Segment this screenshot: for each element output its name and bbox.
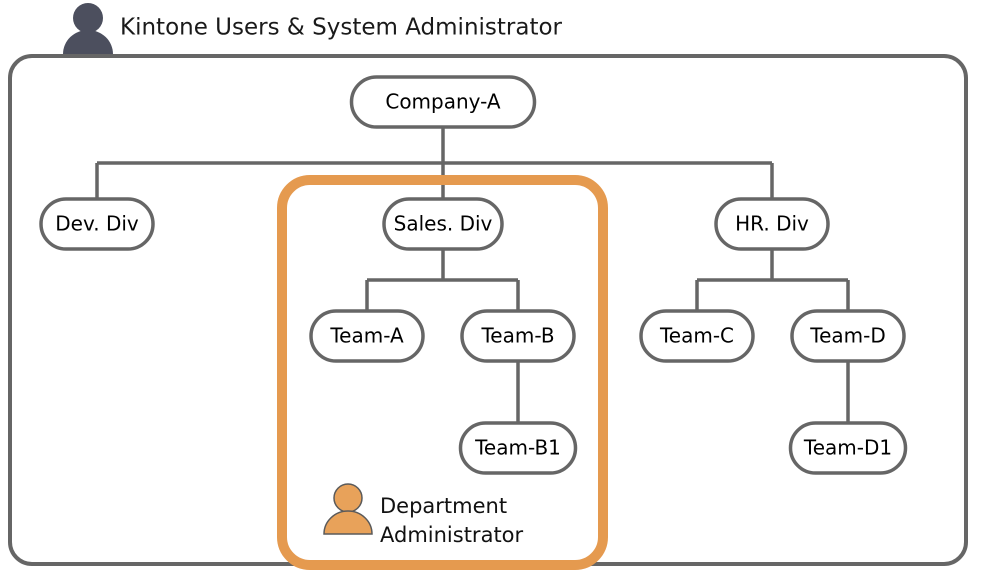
node-label: Team-C <box>659 324 734 348</box>
node-label: Sales. Div <box>394 212 493 236</box>
node-label: Company-A <box>385 90 501 114</box>
org-node-hr-div[interactable]: HR. Div <box>714 197 830 251</box>
org-node-team-a[interactable]: Team-A <box>309 309 425 363</box>
org-node-team-c[interactable]: Team-C <box>639 309 755 363</box>
org-node-team-d1[interactable]: Team-D1 <box>788 421 908 475</box>
node-label: Team-A <box>329 324 404 348</box>
org-chart-diagram: Company-A Dev. Div Sales. Div HR. Div Team-A… <box>0 0 993 585</box>
diagram-canvas: Company-A Dev. Div Sales. Div HR. Div Team-A… <box>8 3 968 570</box>
org-node-dev-div[interactable]: Dev. Div <box>39 197 155 251</box>
department-administrator-icon <box>323 483 373 535</box>
node-label: HR. Div <box>735 212 809 236</box>
connector-lines <box>95 127 850 423</box>
org-node-team-b[interactable]: Team-B <box>460 309 576 363</box>
org-node-company-a[interactable]: Company-A <box>349 75 537 129</box>
node-label: Team-D <box>809 324 885 348</box>
node-label: Team-B1 <box>474 436 561 460</box>
department-administrator-label-line1: Department <box>380 494 507 518</box>
org-node-team-b1[interactable]: Team-B1 <box>458 421 578 475</box>
system-administrator-icon <box>63 3 113 54</box>
org-node-sales-div[interactable]: Sales. Div <box>382 197 504 251</box>
node-label: Team-B <box>480 324 554 348</box>
org-node-team-d[interactable]: Team-D <box>790 309 906 363</box>
node-label: Team-D1 <box>803 436 892 460</box>
node-label: Dev. Div <box>55 212 139 236</box>
node-group: Company-A Dev. Div Sales. Div HR. Div Team-A… <box>39 75 908 475</box>
page-title: Kintone Users & System Administrator <box>120 15 563 41</box>
department-administrator-label-line2: Administrator <box>380 523 524 547</box>
